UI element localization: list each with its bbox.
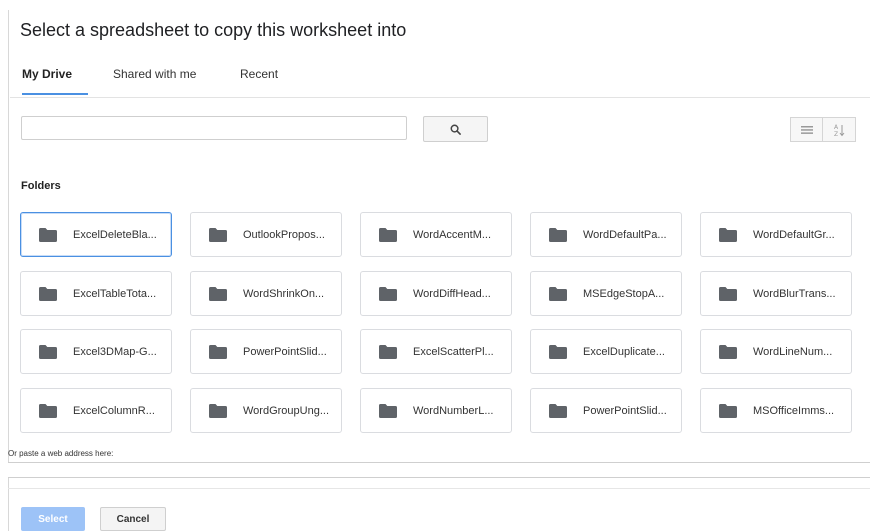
tab-recent[interactable]: Recent [240,67,278,81]
folder-name: WordAccentM... [413,228,492,241]
folder-icon [39,227,57,242]
folder-item[interactable]: ExcelDuplicate... [530,329,682,374]
folder-icon [209,344,227,359]
folder-name: WordLineNum... [753,345,833,358]
search-icon [450,124,461,135]
folder-name: WordDiffHead... [413,287,491,300]
list-view-icon [800,125,813,134]
folder-icon [719,403,737,418]
folder-name: WordNumberL... [413,404,494,417]
folder-item[interactable]: WordDefaultPa... [530,212,682,257]
folder-icon [209,286,227,301]
active-tab-indicator [22,93,88,95]
folder-icon [209,227,227,242]
folder-name: Excel3DMap-G... [73,345,157,358]
tabs-divider [10,97,870,98]
folder-item[interactable]: WordShrinkOn... [190,271,342,316]
folder-item[interactable]: ExcelColumnR... [20,388,172,433]
cancel-button[interactable]: Cancel [100,507,166,531]
folder-icon [549,403,567,418]
folder-item[interactable]: WordBlurTrans... [700,271,852,316]
folder-item[interactable]: WordLineNum... [700,329,852,374]
folder-icon [719,227,737,242]
tab-shared-with-me[interactable]: Shared with me [113,67,196,81]
folder-item[interactable]: WordNumberL... [360,388,512,433]
paste-address-label: Or paste a web address here: [8,449,114,458]
folder-icon [719,286,737,301]
paste-address-input[interactable] [8,462,870,478]
folder-item[interactable]: WordDefaultGr... [700,212,852,257]
folder-icon [379,227,397,242]
tab-my-drive[interactable]: My Drive [22,67,72,81]
sort-button[interactable]: A Z [823,117,856,142]
folder-name: WordGroupUng... [243,404,330,417]
folder-item[interactable]: OutlookPropos... [190,212,342,257]
folder-name: WordDefaultPa... [583,228,667,241]
svg-text:Z: Z [834,131,838,137]
folder-item[interactable]: Excel3DMap-G... [20,329,172,374]
folder-icon [39,344,57,359]
list-view-button[interactable] [790,117,823,142]
folder-icon [39,403,57,418]
folder-name: MSOfficeImms... [753,404,835,417]
folder-name: ExcelDuplicate... [583,345,665,358]
search-button[interactable] [423,116,488,142]
folder-icon [39,286,57,301]
folder-item[interactable]: ExcelDeleteBla... [20,212,172,257]
folder-name: MSEdgeStopA... [583,287,665,300]
folder-item[interactable]: ExcelScatterPl... [360,329,512,374]
folder-name: OutlookPropos... [243,228,325,241]
folder-icon [379,344,397,359]
folder-name: WordDefaultGr... [753,228,835,241]
folder-item[interactable]: PowerPointSlid... [530,388,682,433]
select-button[interactable]: Select [21,507,85,531]
folder-name: ExcelTableTota... [73,287,157,300]
svg-text:A: A [834,124,839,131]
folder-item[interactable]: MSOfficeImms... [700,388,852,433]
dialog-title: Select a spreadsheet to copy this worksh… [20,20,407,40]
folder-name: ExcelScatterPl... [413,345,494,358]
folder-item[interactable]: WordGroupUng... [190,388,342,433]
search-input[interactable] [21,116,407,140]
folder-item[interactable]: MSEdgeStopA... [530,271,682,316]
folder-item[interactable]: PowerPointSlid... [190,329,342,374]
folder-icon [209,403,227,418]
folder-item[interactable]: WordAccentM... [360,212,512,257]
folder-name: WordShrinkOn... [243,287,325,300]
folder-item[interactable]: WordDiffHead... [360,271,512,316]
folder-icon [379,286,397,301]
folder-name: ExcelDeleteBla... [73,228,157,241]
folder-icon [549,286,567,301]
view-options: A Z [790,117,856,142]
folder-icon [379,403,397,418]
sort-az-icon: A Z [834,124,845,137]
folder-icon [549,227,567,242]
folder-item[interactable]: ExcelTableTota... [20,271,172,316]
folder-icon [549,344,567,359]
folders-heading: Folders [21,180,61,192]
folder-icon [719,344,737,359]
copy-worksheet-dialog: Select a spreadsheet to copy this worksh… [0,0,870,531]
footer-divider [8,488,870,489]
folder-name: PowerPointSlid... [583,404,667,417]
folder-name: PowerPointSlid... [243,345,327,358]
folder-name: WordBlurTrans... [753,287,836,300]
folder-name: ExcelColumnR... [73,404,155,417]
